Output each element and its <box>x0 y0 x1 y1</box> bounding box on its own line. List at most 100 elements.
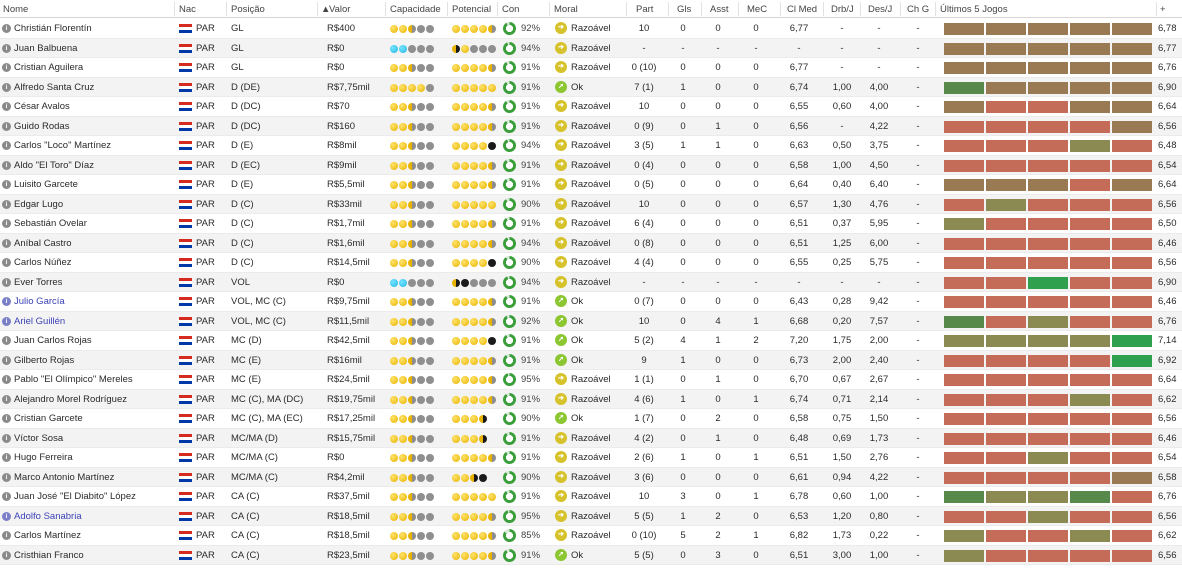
player-row[interactable]: i Juan Carlos Rojas PAR MC (D) R$42,5mil 91% ➚… <box>0 331 1182 351</box>
player-info-icon[interactable]: i <box>2 433 11 443</box>
player-info-icon[interactable]: i <box>2 102 11 111</box>
col-header-assists[interactable]: Asst <box>710 4 728 15</box>
col-header-chances[interactable]: Ch G <box>907 4 929 15</box>
player-name[interactable]: Aníbal Castro <box>14 234 72 253</box>
col-header-nat[interactable]: Nac <box>179 4 196 15</box>
player-name[interactable]: Gilberto Rojas <box>14 351 74 370</box>
player-row[interactable]: i Alfredo Santa Cruz PAR D (DE) R$7,75mil 91%… <box>0 77 1182 97</box>
player-info-icon[interactable]: i <box>2 24 11 33</box>
player-row[interactable]: i Hugo Ferreira PAR MC/MA (C) R$0 91% ➔ Razoáve… <box>0 448 1182 468</box>
player-row[interactable]: i Sebastián Ovelar PAR D (C) R$1,7mil 91% ➔ Raz… <box>0 214 1182 234</box>
col-header-position[interactable]: Posição <box>231 4 265 15</box>
player-info-icon[interactable]: i <box>2 82 11 92</box>
player-name[interactable]: Julio García <box>14 292 65 311</box>
player-row[interactable]: i Ever Torres PAR VOL R$0 94% ➔ Razoável - - - - - - -… <box>0 272 1182 292</box>
player-row[interactable]: i César Avalos PAR D (DC) R$70 91% ➔ Razoável 10… <box>0 97 1182 117</box>
player-row[interactable]: i Carlos "Loco" Martínez PAR D (E) R$8mil 94%… <box>0 136 1182 156</box>
col-header-ability[interactable]: Capacidade <box>390 4 441 15</box>
player-row[interactable]: i Cristian Garcete PAR MC (C), MA (EC) R$17,… <box>0 409 1182 429</box>
player-row[interactable]: i Juan Balbuena PAR GL R$0 94% ➔ Razoável - - - - - -… <box>0 38 1182 58</box>
player-name[interactable]: Ever Torres <box>14 273 62 292</box>
col-header-name[interactable]: Nome <box>3 4 28 15</box>
player-row[interactable]: i Alejandro Morel Rodríguez PAR MC (C), MA … <box>0 389 1182 409</box>
player-info-icon[interactable]: i <box>2 297 11 306</box>
player-info-icon[interactable]: i <box>2 121 11 131</box>
player-name[interactable]: Ariel Guillén <box>14 312 65 331</box>
col-header-goals[interactable]: Gls <box>677 4 691 15</box>
player-name[interactable]: Juan Balbuena <box>14 39 77 58</box>
player-info-icon[interactable]: i <box>2 238 11 248</box>
player-name[interactable]: Hugo Ferreira <box>14 448 73 467</box>
player-row[interactable]: i Cristhian Franco PAR CA (C) R$23,5mil 91% ➚ O… <box>0 545 1182 565</box>
player-info-icon[interactable]: i <box>2 316 11 326</box>
player-row[interactable]: i Carlos Martínez PAR CA (C) R$18,5mil 85% ➔ Ra… <box>0 526 1182 546</box>
player-name[interactable]: Alfredo Santa Cruz <box>14 78 94 97</box>
player-row[interactable]: i Gilberto Rojas PAR MC (E) R$16mil 91% ➚ Ok 9 1 0… <box>0 350 1182 370</box>
col-header-morale[interactable]: Moral <box>554 4 578 15</box>
col-header-value[interactable]: Valor <box>329 4 350 15</box>
player-info-icon[interactable]: i <box>2 63 11 72</box>
player-row[interactable]: i Juan José "El Diabito" López PAR CA (C) R$… <box>0 487 1182 507</box>
player-name[interactable]: Cristhian Franco <box>14 546 84 565</box>
player-row[interactable]: i Edgar Lugo PAR D (C) R$33mil 90% ➔ Razoável 10… <box>0 194 1182 214</box>
player-name[interactable]: Marco Antonio Martínez <box>14 468 114 487</box>
player-name[interactable]: Juan Carlos Rojas <box>14 331 92 350</box>
player-name[interactable]: Aldo "El Toro" Díaz <box>14 156 94 175</box>
player-row[interactable]: i Julio García PAR VOL, MC (C) R$9,75mil 91% ➚… <box>0 292 1182 312</box>
player-name[interactable]: Carlos Núñez <box>14 253 72 272</box>
col-header-dribbles[interactable]: Drb/J <box>831 4 854 15</box>
player-info-icon[interactable]: i <box>2 258 11 267</box>
player-name[interactable]: Carlos Martínez <box>14 526 81 545</box>
player-info-icon[interactable]: i <box>2 43 11 53</box>
player-info-icon[interactable]: i <box>2 472 11 482</box>
player-row[interactable]: i Luisito Garcete PAR D (E) R$5,5mil 91% ➔ Razo… <box>0 175 1182 195</box>
player-name[interactable]: Juan José "El Diabito" López <box>14 487 136 506</box>
player-info-icon[interactable]: i <box>2 199 11 209</box>
player-info-icon[interactable]: i <box>2 277 11 287</box>
player-row[interactable]: i Pablo "El Olímpico" Mereles PAR MC (E) R$2… <box>0 370 1182 390</box>
col-header-form[interactable]: Últimos 5 Jogos <box>940 4 1008 15</box>
player-name[interactable]: Víctor Sosa <box>14 429 63 448</box>
player-name[interactable]: Luisito Garcete <box>14 175 78 194</box>
player-row[interactable]: i Guido Rodas PAR D (DC) R$160 91% ➔ Razoável 0 … <box>0 116 1182 136</box>
player-row[interactable]: i Aníbal Castro PAR D (C) R$1,6mil 94% ➔ Razoáv… <box>0 233 1182 253</box>
player-info-icon[interactable]: i <box>2 219 11 228</box>
player-name[interactable]: Carlos "Loco" Martínez <box>14 136 111 155</box>
player-info-icon[interactable]: i <box>2 550 11 560</box>
player-name[interactable]: Adolfo Sanabria <box>14 507 82 526</box>
col-header-avg-rating[interactable]: Cl Med <box>787 4 817 15</box>
player-info-icon[interactable]: i <box>2 141 11 150</box>
player-info-icon[interactable]: i <box>2 336 11 345</box>
col-header-apps[interactable]: Part <box>636 4 653 15</box>
player-row[interactable]: i Ariel Guillén PAR VOL, MC (C) R$11,5mil 92%… <box>0 311 1182 331</box>
player-name[interactable]: Guido Rodas <box>14 117 69 136</box>
player-name[interactable]: Cristian Garcete <box>14 409 83 428</box>
add-column-button[interactable]: + <box>1160 4 1166 15</box>
player-row[interactable]: i Víctor Sosa PAR MC/MA (D) R$15,75mil 91% ➔ Ra… <box>0 428 1182 448</box>
player-info-icon[interactable]: i <box>2 492 11 501</box>
col-header-pom[interactable]: MeC <box>747 4 767 15</box>
player-row[interactable]: i Adolfo Sanabria PAR CA (C) R$18,5mil 95% ➔ Ra… <box>0 506 1182 526</box>
player-info-icon[interactable]: i <box>2 355 11 365</box>
player-info-icon[interactable]: i <box>2 414 11 423</box>
col-header-potential[interactable]: Potencial <box>452 4 491 15</box>
player-name[interactable]: Cristian Aguilera <box>14 58 83 77</box>
col-header-tackles[interactable]: Des/J <box>868 4 892 15</box>
player-name[interactable]: Sebastián Ovelar <box>14 214 87 233</box>
player-row[interactable]: i Christián Florentín PAR GL R$400 92% ➔ Razoáv… <box>0 19 1182 39</box>
player-info-icon[interactable]: i <box>2 160 11 170</box>
player-name[interactable]: César Avalos <box>14 97 70 116</box>
player-info-icon[interactable]: i <box>2 375 11 384</box>
player-info-icon[interactable]: i <box>2 511 11 521</box>
player-row[interactable]: i Aldo "El Toro" Díaz PAR D (EC) R$9mil 91% ➔ R… <box>0 155 1182 175</box>
player-row[interactable]: i Cristian Aguilera PAR GL R$0 91% ➔ Razoável 0 … <box>0 58 1182 78</box>
col-header-condition[interactable]: Con <box>502 4 519 15</box>
player-row[interactable]: i Carlos Núñez PAR D (C) R$14,5mil 90% ➔ Razoáv… <box>0 253 1182 273</box>
player-name[interactable]: Christián Florentín <box>14 19 92 38</box>
player-info-icon[interactable]: i <box>2 394 11 404</box>
player-info-icon[interactable]: i <box>2 453 11 462</box>
player-name[interactable]: Alejandro Morel Rodríguez <box>14 390 127 409</box>
player-info-icon[interactable]: i <box>2 531 11 540</box>
player-name[interactable]: Pablo "El Olímpico" Mereles <box>14 370 133 389</box>
player-info-icon[interactable]: i <box>2 180 11 189</box>
